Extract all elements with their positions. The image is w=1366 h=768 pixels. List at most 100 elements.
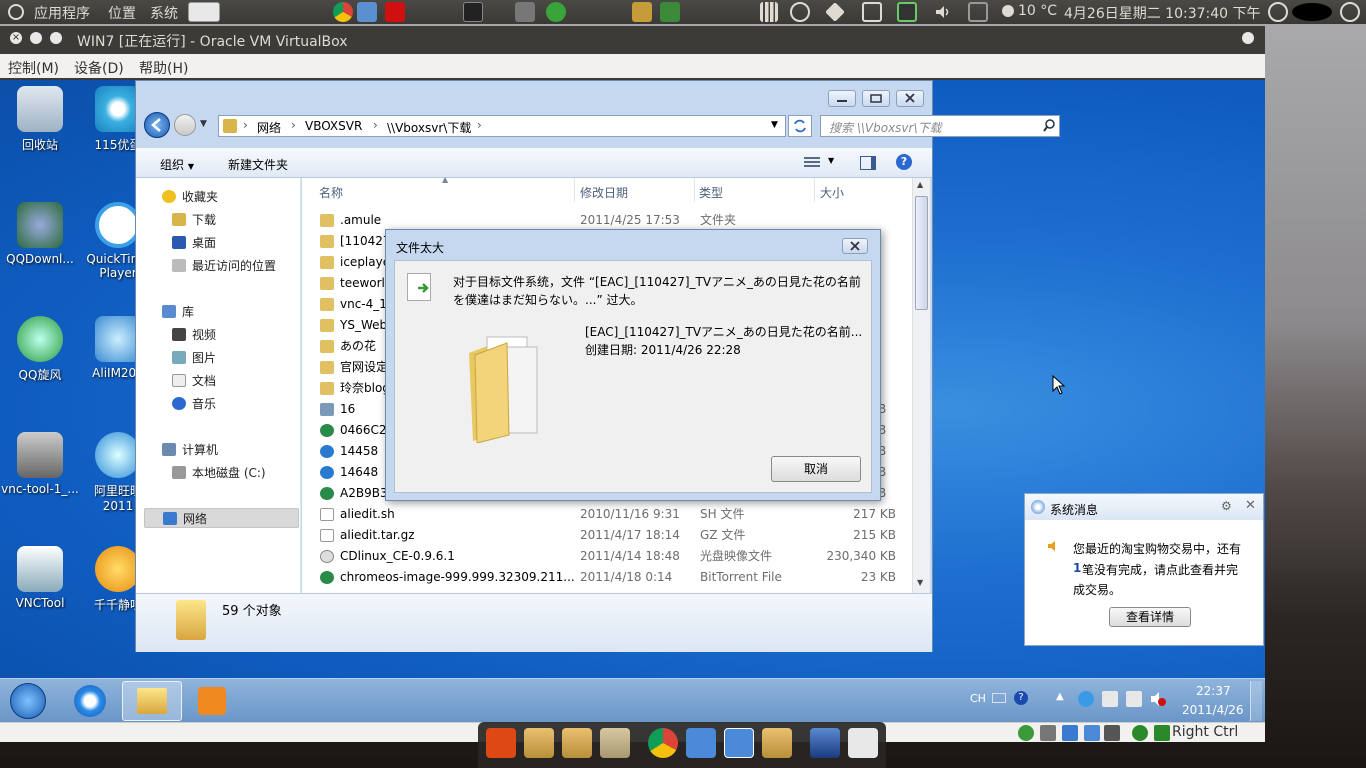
address-dropdown[interactable]: ▼ [771,120,778,130]
desktop-icon-recycle-bin[interactable]: 回收站 [0,86,80,153]
nav-library[interactable]: 库 [162,302,194,322]
organize-button[interactable]: 组织 ▼ [160,156,194,173]
chrome-launcher-icon[interactable] [333,2,353,22]
ie-taskbar-icon[interactable] [74,685,106,717]
view-dropdown[interactable]: ▼ [828,156,834,165]
application-icon[interactable] [848,728,878,758]
nav-pictures[interactable]: 图片 [172,348,216,368]
show-desktop-button[interactable] [1250,681,1262,721]
nav-desktop[interactable]: 桌面 [172,233,216,253]
nav-favorites[interactable]: 收藏夹 [162,187,218,207]
virtualbox-icon[interactable] [810,728,840,758]
menu-devices[interactable]: 设备(D) [74,58,124,78]
taskbar-time[interactable]: 22:37 [1196,684,1231,698]
nav-computer[interactable]: 计算机 [162,440,218,460]
scroll-up-icon[interactable]: ▲ [917,180,923,189]
ubuntu-logo-icon[interactable] [8,4,24,20]
file-row[interactable]: chromeos-image-999.999.32309.211... 2011/… [302,567,912,588]
mail-icon[interactable] [968,2,988,22]
taskbar-date[interactable]: 2011/4/26 [1182,703,1244,717]
language-indicator[interactable]: CH [970,692,986,705]
folder-icon[interactable] [762,728,792,758]
tray-app-icon[interactable] [1078,691,1094,707]
nav-recent[interactable]: 最近访问的位置 [172,256,276,276]
user-avatar[interactable] [1292,3,1332,21]
nav-local-disk[interactable]: 本地磁盘 (C:) [172,463,266,483]
volume-muted-icon[interactable] [1150,691,1166,707]
terminal-launcher-icon[interactable] [463,2,483,22]
scroll-thumb[interactable] [915,196,928,310]
desktop-icon-vnc-tool[interactable]: vnc-tool-1_... [0,432,80,496]
power-icon[interactable] [1340,2,1360,22]
close-button[interactable] [896,90,924,107]
column-divider[interactable] [814,178,815,202]
menu-help[interactable]: 帮助(H) [139,58,188,78]
desktop-icon-vnctool[interactable]: VNCTool [0,546,80,610]
show-hidden-icons-icon[interactable]: ▲ [1056,691,1064,702]
new-folder-button[interactable]: 新建文件夹 [228,156,288,173]
session-icon[interactable] [1268,2,1288,22]
column-size[interactable]: 大小 [820,184,844,201]
weather-temp[interactable]: 10 °C [1018,3,1057,19]
network-status-icon[interactable] [1062,725,1078,741]
maximize-button[interactable] [862,90,890,107]
system-monitor-icon[interactable] [632,2,652,22]
vertical-scrollbar[interactable]: ▲ ▼ [912,178,930,593]
notification-count[interactable]: 1 [1073,561,1081,575]
opera-launcher-icon[interactable] [385,2,405,22]
usb-status-icon[interactable] [1084,725,1100,741]
desktop-icon-qqxuanfeng[interactable]: QQ旋风 [0,316,80,383]
play-launcher-icon[interactable] [546,2,566,22]
column-date[interactable]: 修改日期 [580,184,628,201]
monitor-launcher-icon[interactable] [357,2,377,22]
nav-documents[interactable]: 文档 [172,371,216,391]
view-details-button[interactable]: 查看详情 [1109,607,1191,627]
folder-icon[interactable] [562,728,592,758]
screenshot-launcher-icon[interactable] [188,2,220,22]
shared-folders-icon[interactable] [1104,725,1120,741]
nav-music[interactable]: 音乐 [172,394,216,414]
dialog-close-button[interactable] [842,238,868,254]
monitor-icon[interactable] [724,728,754,758]
battery-icon[interactable] [897,2,917,22]
cancel-button[interactable]: 取消 [771,456,861,482]
start-button[interactable] [10,683,46,719]
explorer-taskbar-button[interactable] [122,681,182,721]
column-divider[interactable] [574,178,575,202]
help-icon[interactable]: ? [896,154,912,170]
media-launcher-icon[interactable] [515,2,535,22]
window-menu-icon[interactable] [1242,32,1254,44]
ubuntu-menu-icon[interactable] [486,728,516,758]
column-name[interactable]: 名称 [319,184,343,201]
network-icon[interactable] [790,2,810,22]
monitor-icon[interactable] [686,728,716,758]
menu-system[interactable]: 系统 [150,3,178,23]
panel-clock[interactable]: 4月26日星期二 10:37:40 下午 [1064,3,1261,23]
breadcrumb-download[interactable]: \\Vboxsvr\下载 [387,119,471,136]
cd-status-icon[interactable] [1040,725,1056,741]
column-type[interactable]: 类型 [699,184,723,201]
media-player-taskbar-icon[interactable] [198,687,226,715]
help-icon[interactable]: ? [1014,691,1028,705]
folder-icon[interactable] [600,728,630,758]
home-folder-icon[interactable] [524,728,554,758]
network-tray-icon[interactable] [1126,691,1142,707]
chrome-icon[interactable] [648,728,678,758]
file-row[interactable]: aliedit.sh 2010/11/16 9:31 SH 文件 217 KB [302,504,912,525]
close-icon[interactable]: × [10,32,22,44]
nav-videos[interactable]: 视频 [172,325,216,345]
file-row[interactable]: CDlinux_CE-0.9.6.1 2011/4/14 18:48 光盘映像文件 2… [302,546,912,567]
file-row[interactable]: .amule 2011/4/25 17:53 文件夹 [302,210,912,231]
back-button[interactable] [144,112,170,138]
address-bar[interactable]: › 网络 › VBOXSVR › \\Vboxsvr\下载 › ▼ [218,115,786,137]
keyboard-icon[interactable] [862,2,882,22]
minimize-icon[interactable] [30,32,42,44]
nav-network[interactable]: 网络 [144,508,299,528]
search-box[interactable]: 搜索 \\Vboxsvr\下载 [820,115,1060,137]
refresh-icon[interactable] [788,115,812,137]
hdd-status-icon[interactable] [1018,725,1034,741]
settings-icon[interactable]: ⚙ [1221,499,1232,513]
breadcrumb-vboxsvr[interactable]: VBOXSVR [305,119,362,133]
ime-icon[interactable] [992,693,1006,703]
breadcrumb-network[interactable]: 网络 [257,119,281,136]
